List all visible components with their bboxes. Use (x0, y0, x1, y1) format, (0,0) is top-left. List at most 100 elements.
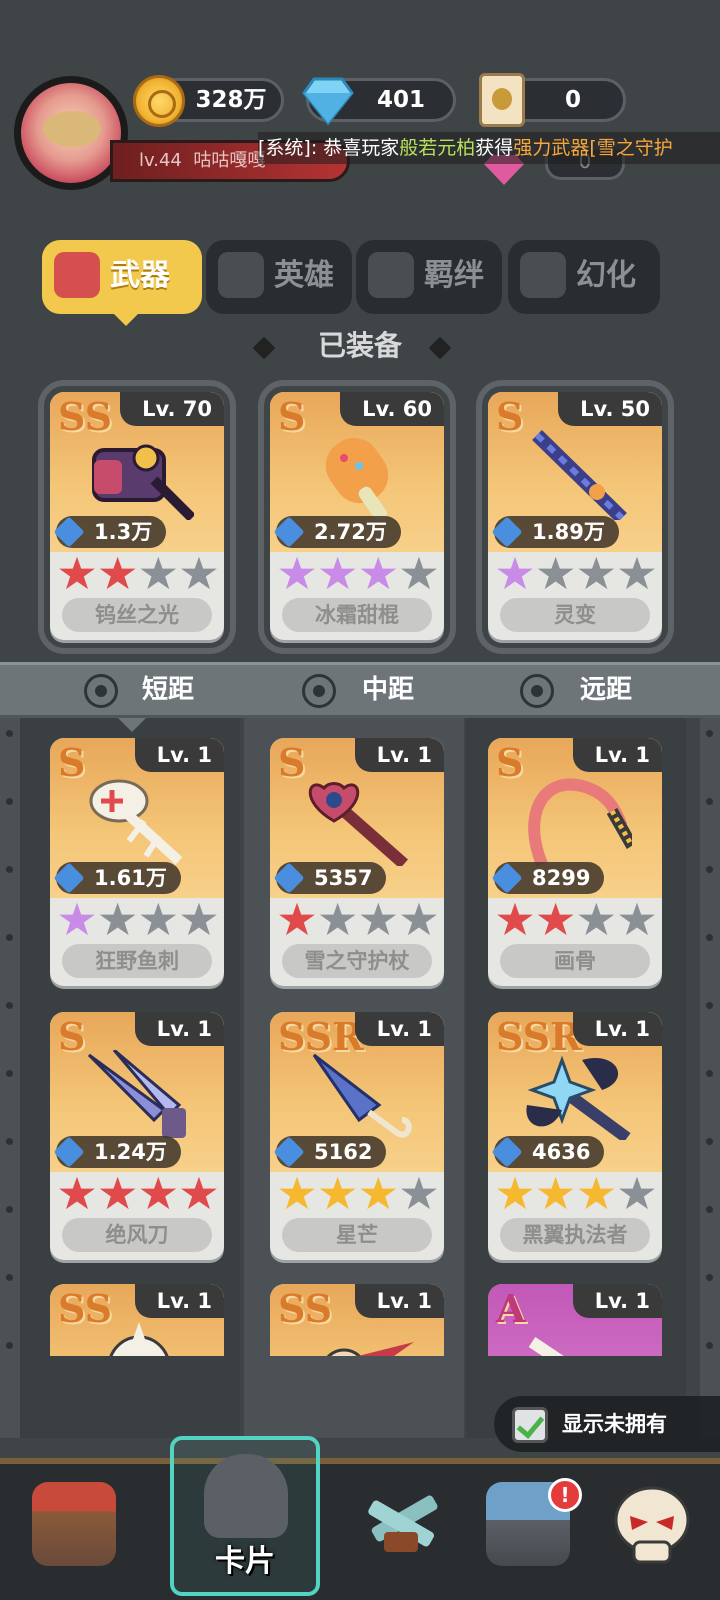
show-unowned-toggle[interactable]: 显示未拥有 (494, 1396, 720, 1452)
weapon-card[interactable]: SS Lv. 1 (50, 1284, 224, 1356)
weapon-name: 绝风刀 (62, 1218, 212, 1252)
fish-bone-weapon-icon (89, 779, 183, 865)
nav-battle[interactable] (336, 1462, 466, 1598)
hero-tab-icon (218, 252, 264, 298)
player-name: 咕咕嘎嘎 (193, 150, 266, 171)
level-badge: Lv. 1 (134, 1012, 224, 1046)
star-icon (401, 902, 437, 936)
tab-bonds[interactable]: 羁绊 (356, 240, 502, 314)
weapon-tab-icon (54, 252, 100, 298)
active-tab-pointer (110, 310, 142, 326)
equipped-card[interactable]: S Lv. 50 1.89万 灵变 (488, 392, 662, 640)
level-badge: Lv. 1 (572, 1284, 662, 1318)
grade-badge: SS (58, 394, 113, 439)
weapon-card[interactable]: SSR Lv. 1 4636 黑翼执法者 (488, 1012, 662, 1260)
level-badge: Lv. 1 (354, 738, 444, 772)
hammer-weapon-icon (92, 444, 194, 520)
star-rating (496, 902, 656, 938)
star-rating (58, 902, 218, 938)
level-badge: Lv. 1 (134, 738, 224, 772)
star-rating (58, 1176, 218, 1212)
tab-transform[interactable]: 幻化 (508, 240, 660, 314)
weapon-name: 雪之守护杖 (282, 944, 432, 978)
tab-heroes[interactable]: 英雄 (206, 240, 352, 314)
grade-badge: SS (58, 1286, 113, 1331)
star-icon (578, 902, 615, 936)
checkbox-checked-icon[interactable] (512, 1407, 548, 1443)
equipped-card[interactable]: SS Lv. 70 1.3万 钨丝之光 (50, 392, 224, 640)
knight-helmet-icon (204, 1454, 288, 1538)
star-icon (619, 902, 655, 936)
star-icon (319, 902, 356, 936)
weapon-name: 钨丝之光 (62, 598, 212, 632)
weapon-card[interactable]: S Lv. 1 1.61万 狂野鱼刺 (50, 738, 224, 986)
ticker-verb: 获得 (475, 137, 514, 159)
star-rating (278, 556, 438, 592)
mid-range-icon (302, 674, 336, 708)
range-short-label: 短距 (142, 675, 195, 705)
range-long-label: 远距 (580, 675, 633, 705)
weapon-name: 画骨 (500, 944, 650, 978)
star-rating (278, 1176, 438, 1212)
star-icon (619, 1176, 655, 1210)
star-icon (279, 1176, 315, 1210)
nav-skull[interactable] (586, 1462, 716, 1598)
star-icon (140, 902, 177, 936)
star-icon (497, 1176, 533, 1210)
star-icon (279, 902, 315, 936)
star-icon (497, 902, 533, 936)
grade-badge: A (496, 1286, 526, 1331)
tab-weapons[interactable]: 武器 (42, 240, 202, 314)
skull-icon (614, 1486, 690, 1564)
right-rail (700, 718, 720, 1438)
weapon-card[interactable]: S Lv. 1 1.24万 绝风刀 (50, 1012, 224, 1260)
tab-weapons-label: 武器 (110, 258, 170, 293)
left-rail (0, 718, 20, 1438)
nav-cards-label: 卡片 (215, 1544, 275, 1579)
weapon-card[interactable]: A Lv. 1 (488, 1284, 662, 1356)
equipped-card[interactable]: S Lv. 60 2.72万 冰霜甜棍 (270, 392, 444, 640)
star-icon (181, 1176, 217, 1210)
level-badge: Lv. 1 (572, 738, 662, 772)
star-rating (496, 556, 656, 592)
whip-weapon-icon (528, 778, 632, 866)
range-mid-label: 中距 (362, 675, 415, 705)
nav-shop[interactable] (8, 1462, 138, 1598)
star-icon (537, 556, 574, 590)
star-icon (401, 1176, 437, 1210)
nav-cards[interactable]: 卡片 (180, 1440, 310, 1579)
weapon-card[interactable]: SS Lv. 1 (270, 1284, 444, 1356)
spiral-spear-weapon-icon (532, 430, 627, 520)
star-icon (360, 902, 397, 936)
star-icon (619, 556, 655, 590)
popsicle-weapon-icon (325, 437, 389, 520)
weapon-card[interactable]: SSR Lv. 1 5162 星芒 (270, 1012, 444, 1260)
diamond-counter[interactable]: 401 (302, 77, 456, 126)
weapon-name: 狂野鱼刺 (62, 944, 212, 978)
ticker-prefix: [系统]: 恭喜玩家 (258, 137, 400, 159)
scroll-counter[interactable]: 0 (479, 73, 626, 127)
star-icon (401, 556, 437, 590)
ticker-item: 强力武器[雪之守护 (513, 137, 673, 159)
alert-badge-icon: ! (548, 1478, 582, 1512)
weapon-card[interactable]: S Lv. 1 5357 雪之守护杖 (270, 738, 444, 986)
scroll-icon (479, 73, 525, 127)
weapon-name: 黑翼执法者 (500, 1218, 650, 1252)
grade-badge: SSR (496, 1014, 582, 1059)
star-icon (59, 1176, 95, 1210)
gold-counter[interactable]: 328万 (133, 75, 284, 127)
equipped-title: 已装备 (317, 329, 402, 362)
star-icon (99, 1176, 136, 1210)
weapon-card[interactable]: S Lv. 1 8299 画骨 (488, 738, 662, 986)
umbrella-weapon-icon (312, 1053, 412, 1138)
star-icon (59, 902, 95, 936)
star-icon (140, 1176, 177, 1210)
level-badge: Lv. 1 (354, 1012, 444, 1046)
level-badge: Lv. 70 (120, 392, 224, 426)
show-unowned-label: 显示未拥有 (562, 1412, 667, 1436)
star-icon (537, 1176, 574, 1210)
short-range-icon (84, 674, 118, 708)
star-icon (279, 556, 315, 590)
range-pointer (118, 718, 146, 732)
star-rating (278, 902, 438, 938)
